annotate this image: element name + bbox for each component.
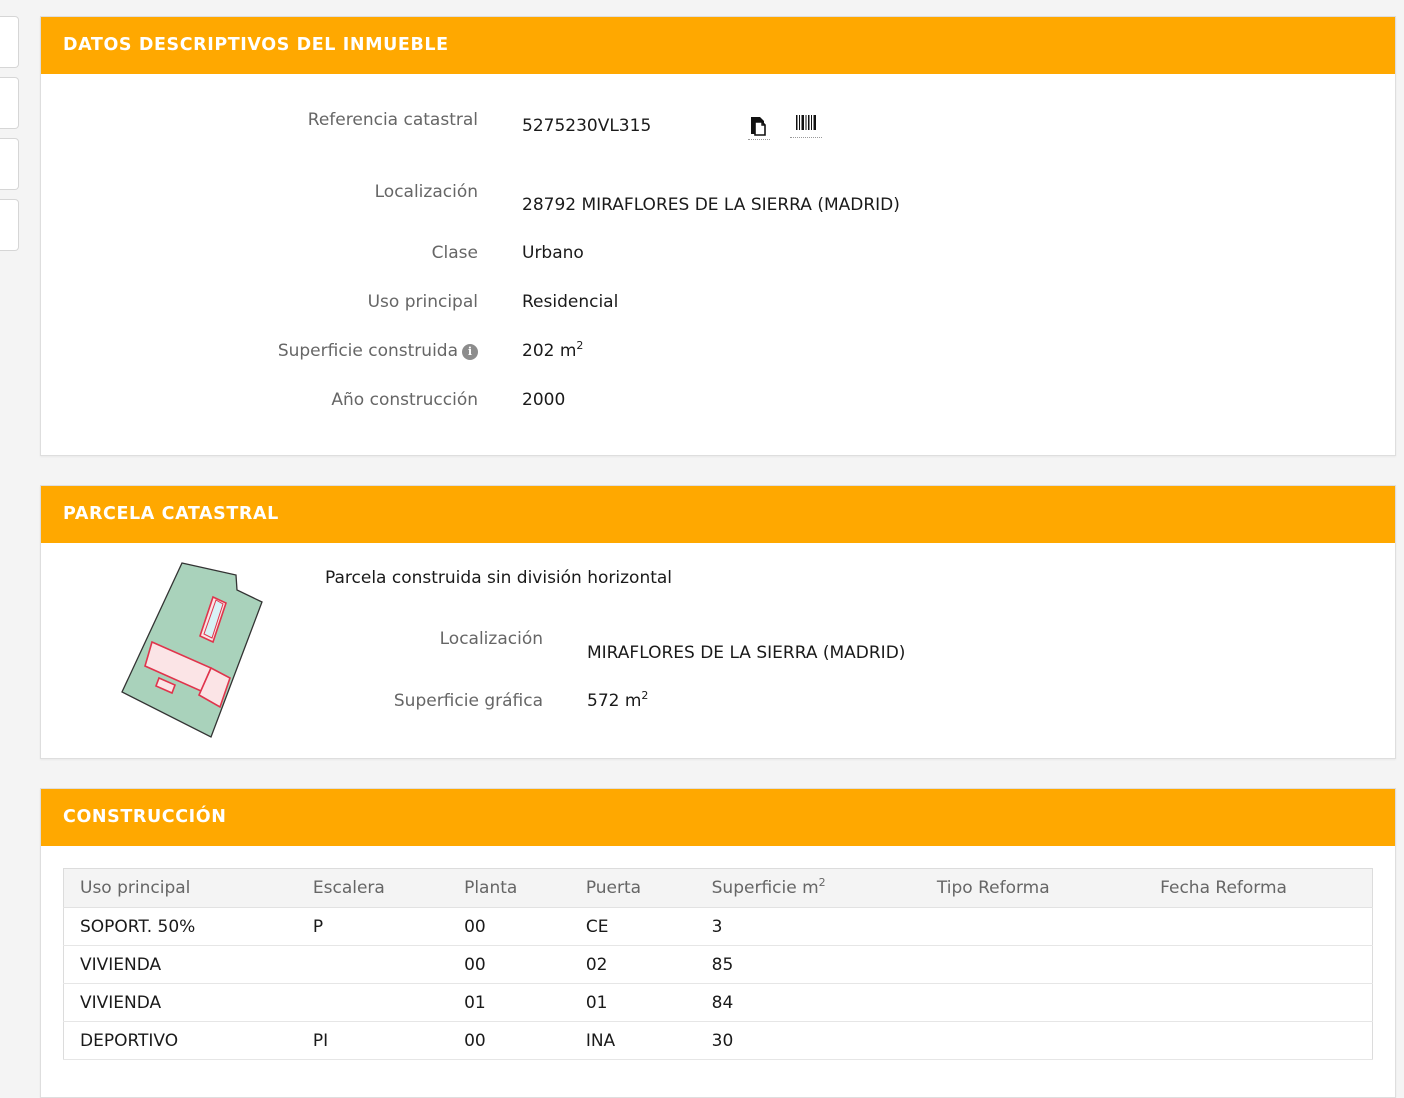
superficie-construida-label: Superficie construida i — [278, 341, 478, 361]
superficie-construida-number: 202 m — [522, 341, 577, 361]
cell-tipo-reforma — [920, 945, 1145, 984]
cell-planta: 01 — [448, 983, 570, 1022]
parcela-localizacion-label: Localización — [439, 629, 543, 649]
uso-principal-value: Residencial — [522, 292, 619, 312]
col-header-uso: Uso principal — [63, 868, 297, 908]
cell-tipo-reforma — [920, 1021, 1145, 1060]
cell-planta: 00 — [448, 907, 570, 946]
col-header-puerta: Puerta — [569, 868, 696, 908]
side-tab-1[interactable] — [0, 16, 19, 68]
col-header-tipo-reforma: Tipo Reforma — [920, 868, 1145, 908]
cell-uso: SOPORT. 50% — [63, 907, 297, 946]
superficie-construida-value: 202 m2 — [522, 339, 584, 361]
col-header-fecha-reforma: Fecha Reforma — [1144, 868, 1373, 908]
col-header-superficie-exponent: 2 — [818, 876, 826, 889]
superficie-grafica-label: Superficie gráfica — [393, 691, 543, 711]
cell-uso: DEPORTIVO — [63, 1021, 297, 1060]
col-header-superficie-text: Superficie m — [711, 878, 819, 898]
side-tab-4[interactable] — [0, 199, 19, 251]
construccion-title: CONSTRUCCIÓN — [41, 789, 1395, 846]
cell-escalera — [296, 945, 449, 984]
construccion-table: Uso principal Escalera Planta Puerta Sup… — [63, 868, 1373, 1060]
side-tab-2[interactable] — [0, 77, 19, 129]
cell-uso: VIVIENDA — [63, 983, 297, 1022]
localizacion-label: Localización — [374, 182, 478, 202]
parcel-plan-image[interactable] — [119, 560, 269, 744]
parcela-catastral-title: PARCELA CATASTRAL — [41, 486, 1395, 543]
superficie-grafica-number: 572 m — [587, 691, 642, 711]
table-row: DEPORTIVO PI 00 INA 30 — [63, 1021, 1373, 1060]
uso-principal-label: Uso principal — [367, 292, 478, 312]
copy-icon[interactable] — [748, 114, 770, 140]
construccion-panel: CONSTRUCCIÓN Uso principal Escalera Plan… — [40, 788, 1396, 1098]
cell-tipo-reforma — [920, 983, 1145, 1022]
side-tab-3[interactable] — [0, 138, 19, 190]
anio-construccion-value: 2000 — [522, 390, 566, 410]
parcela-subtitle: Parcela construida sin división horizont… — [325, 568, 673, 588]
parcela-localizacion-value: MIRAFLORES DE LA SIERRA (MADRID) — [587, 643, 906, 663]
cell-superficie: 85 — [695, 945, 921, 984]
table-row: SOPORT. 50% P 00 CE 3 — [63, 907, 1373, 946]
side-tabs — [0, 16, 20, 260]
parcela-catastral-panel: PARCELA CATASTRAL Parcela construida sin… — [40, 485, 1396, 759]
anio-construccion-label: Año construcción — [331, 390, 478, 410]
table-row: VIVIENDA 00 02 85 — [63, 945, 1373, 984]
cell-fecha-reforma — [1144, 1021, 1373, 1060]
superficie-construida-text: Superficie construida — [277, 341, 458, 361]
cell-tipo-reforma — [920, 907, 1145, 946]
clase-value: Urbano — [522, 243, 584, 263]
col-header-planta: Planta — [448, 868, 570, 908]
cell-fecha-reforma — [1144, 945, 1373, 984]
referencia-label: Referencia catastral — [307, 110, 478, 130]
cell-puerta: INA — [569, 1021, 696, 1060]
referencia-value: 5275230VL315 — [522, 116, 652, 136]
barcode-icon[interactable] — [790, 113, 822, 138]
cell-planta: 00 — [448, 1021, 570, 1060]
cell-fecha-reforma — [1144, 907, 1373, 946]
datos-descriptivos-panel: DATOS DESCRIPTIVOS DEL INMUEBLE Referenc… — [40, 16, 1396, 456]
cell-planta: 00 — [448, 945, 570, 984]
clase-label: Clase — [431, 243, 478, 263]
col-header-escalera: Escalera — [296, 868, 449, 908]
superficie-construida-exponent: 2 — [576, 339, 584, 352]
info-icon[interactable]: i — [462, 344, 478, 360]
table-header-row: Uso principal Escalera Planta Puerta Sup… — [63, 868, 1373, 908]
cell-puerta: 02 — [569, 945, 696, 984]
cell-escalera: P — [296, 907, 449, 946]
cell-puerta: CE — [569, 907, 696, 946]
cell-superficie: 84 — [695, 983, 921, 1022]
cell-superficie: 3 — [695, 907, 921, 946]
localizacion-value: 28792 MIRAFLORES DE LA SIERRA (MADRID) — [522, 195, 900, 215]
cell-escalera: PI — [296, 1021, 449, 1060]
cell-puerta: 01 — [569, 983, 696, 1022]
superficie-grafica-exponent: 2 — [641, 689, 649, 702]
superficie-grafica-value: 572 m2 — [587, 689, 649, 711]
cell-escalera — [296, 983, 449, 1022]
col-header-superficie: Superficie m2 — [695, 868, 921, 908]
cell-fecha-reforma — [1144, 983, 1373, 1022]
cell-superficie: 30 — [695, 1021, 921, 1060]
cell-uso: VIVIENDA — [63, 945, 297, 984]
table-row: VIVIENDA 01 01 84 — [63, 983, 1373, 1022]
datos-descriptivos-title: DATOS DESCRIPTIVOS DEL INMUEBLE — [41, 17, 1395, 74]
